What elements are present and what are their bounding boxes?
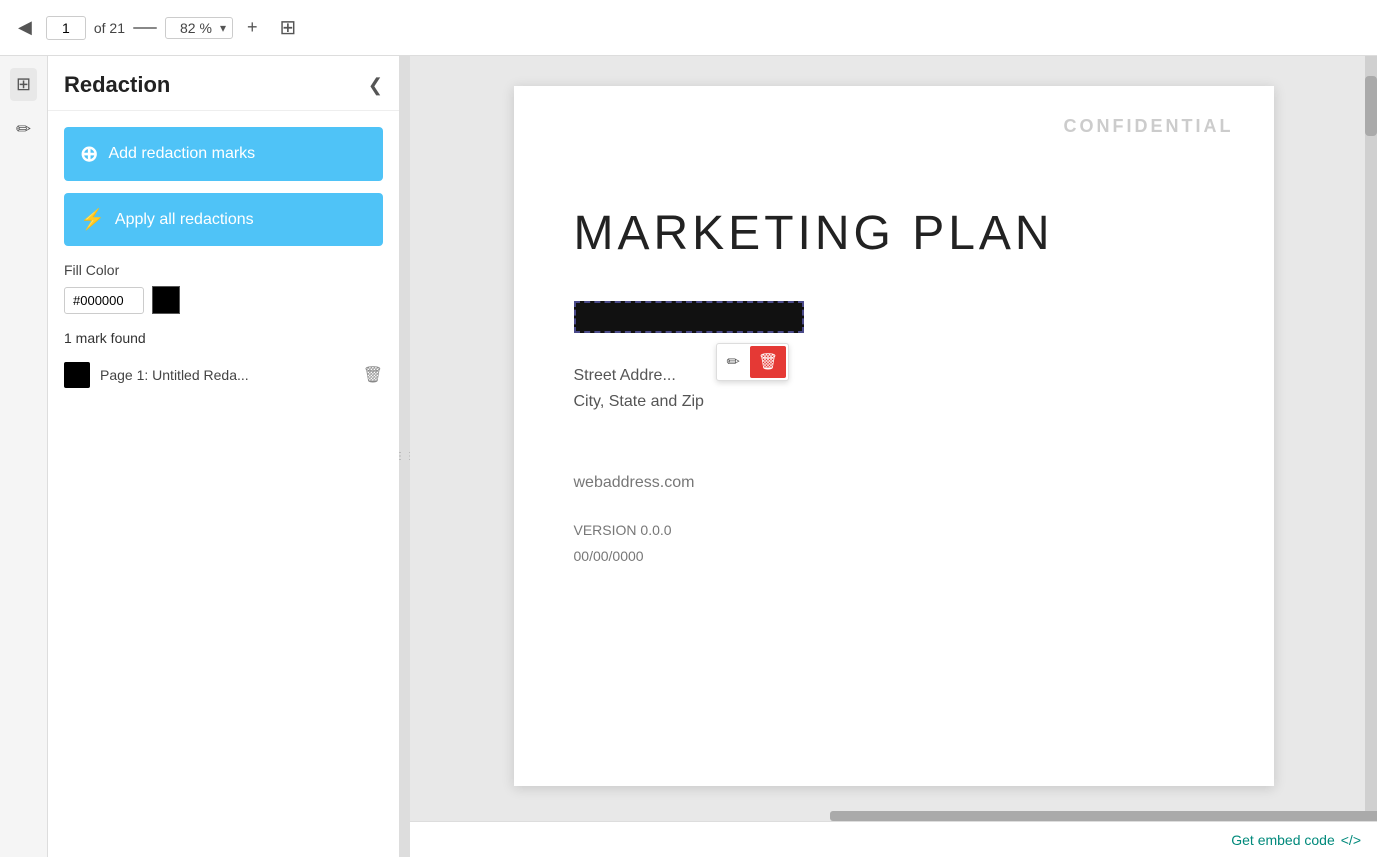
address-line-1: Street Addre...: [574, 363, 1214, 389]
marks-found-section: 1 mark found Page 1: Untitled Reda... 🗑: [64, 330, 383, 394]
apply-all-redactions-button[interactable]: ⚡ Apply all redactions: [64, 193, 383, 246]
panel-collapse-button[interactable]: ❮: [368, 75, 383, 96]
pdf-page: CONFIDENTIAL MARKETING PLAN ✏ 🗑 Street A…: [514, 86, 1274, 786]
fill-color-row: [64, 286, 383, 314]
delete-redaction-button[interactable]: 🗑: [750, 346, 786, 378]
prev-page-button[interactable]: ◀: [12, 13, 38, 42]
embed-icon: </>: [1341, 832, 1361, 848]
pen-tool-button[interactable]: ✏: [10, 113, 37, 146]
grid-view-button[interactable]: ⊞: [10, 68, 37, 101]
add-redaction-label: Add redaction marks: [108, 145, 255, 163]
panel-header: Redaction ❮: [48, 56, 399, 111]
top-toolbar: ◀ of 21 82 % ▾ + ⊞: [0, 0, 1377, 56]
apply-redaction-label: Apply all redactions: [115, 211, 254, 229]
scrollbar-thumb[interactable]: [1365, 76, 1377, 136]
panel-title: Redaction: [64, 72, 170, 98]
embed-label: Get embed code: [1231, 832, 1335, 848]
list-item: Page 1: Untitled Reda... 🗑: [64, 356, 383, 394]
mark-color-swatch: [64, 362, 90, 388]
redaction-context-toolbar: ✏ 🗑: [716, 343, 790, 381]
address-text-2: City, State and Zip: [574, 393, 704, 410]
panel-content: ⊕ Add redaction marks ⚡ Apply all redact…: [48, 111, 399, 410]
panel-resize-handle[interactable]: ⋮⋮: [400, 56, 410, 857]
pdf-viewer: CONFIDENTIAL MARKETING PLAN ✏ 🗑 Street A…: [410, 56, 1377, 857]
color-hex-input[interactable]: [64, 287, 144, 314]
color-swatch[interactable]: [152, 286, 180, 314]
mark-name-label: Page 1: Untitled Reda...: [100, 367, 353, 383]
total-pages-label: of 21: [94, 20, 125, 36]
add-redaction-marks-button[interactable]: ⊕ Add redaction marks: [64, 127, 383, 181]
edit-redaction-button[interactable]: ✏: [719, 346, 748, 378]
pdf-web-address: webaddress.com: [574, 474, 1214, 492]
fill-color-section: Fill Color: [64, 262, 383, 314]
plus-circle-icon: ⊕: [80, 141, 98, 167]
main-layout: ⊞ ✏ Redaction ❮ ⊕ Add redaction marks ⚡ …: [0, 56, 1377, 857]
h-scrollbar-thumb[interactable]: [830, 811, 1377, 821]
zoom-value-label: 82 %: [172, 20, 220, 36]
zoom-container: 82 % ▾: [165, 17, 233, 39]
bottom-bar: Get embed code </>: [410, 821, 1377, 857]
icon-strip: ⊞ ✏: [0, 56, 48, 857]
pdf-version: VERSION 0.0.0: [574, 522, 1214, 538]
page-number-input[interactable]: [46, 16, 86, 40]
address-text-1: Street Addre...: [574, 367, 676, 384]
fill-color-label: Fill Color: [64, 262, 383, 278]
embed-code-link[interactable]: Get embed code </>: [1231, 832, 1361, 848]
fit-page-button[interactable]: ⊞: [272, 11, 305, 44]
confidential-watermark: CONFIDENTIAL: [1064, 116, 1234, 137]
pdf-document-title: MARKETING PLAN: [574, 206, 1214, 261]
vertical-scrollbar[interactable]: [1365, 56, 1377, 857]
pdf-date: 00/00/0000: [574, 548, 1214, 564]
lightning-icon: ⚡: [80, 207, 105, 232]
marks-found-label: 1 mark found: [64, 330, 383, 346]
horizontal-scrollbar[interactable]: [830, 811, 1365, 821]
pdf-spacer: [574, 414, 1214, 474]
redaction-panel: Redaction ❮ ⊕ Add redaction marks ⚡ Appl…: [48, 56, 400, 857]
divider: [133, 27, 157, 29]
zoom-in-button[interactable]: +: [241, 13, 264, 42]
address-line-2: City, State and Zip: [574, 389, 1214, 415]
redaction-mark[interactable]: ✏ 🗑: [574, 301, 804, 333]
zoom-dropdown-arrow[interactable]: ▾: [220, 21, 226, 35]
mark-delete-button[interactable]: 🗑: [363, 365, 383, 385]
